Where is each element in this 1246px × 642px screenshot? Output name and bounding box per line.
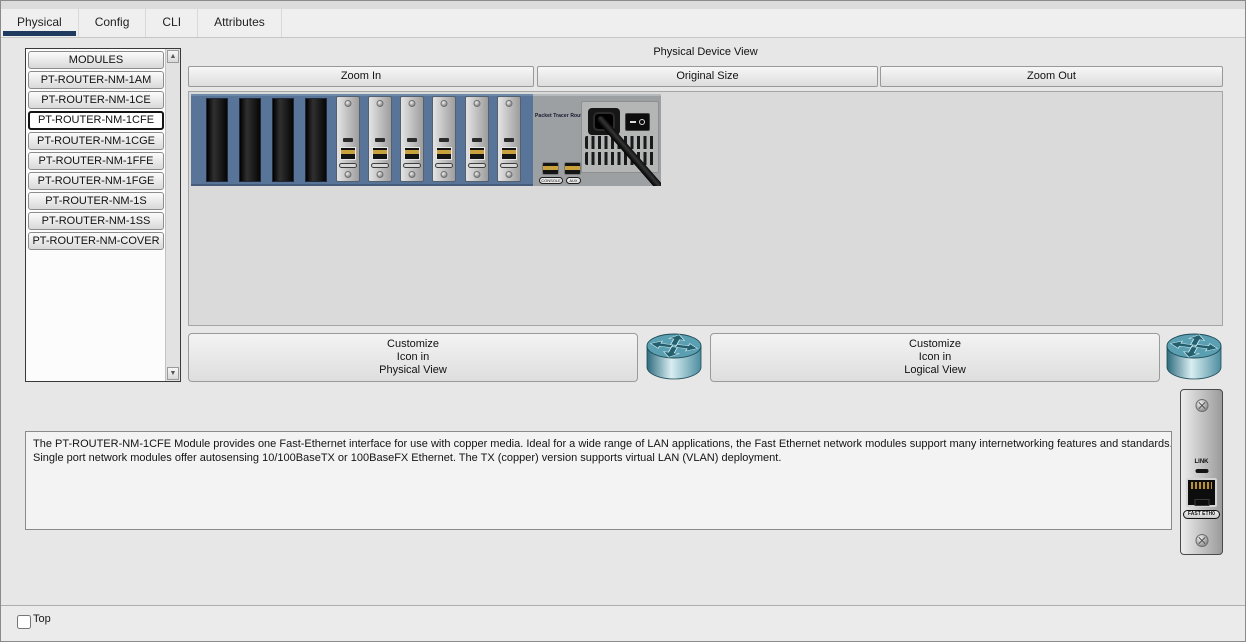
power-switch[interactable] xyxy=(625,113,650,131)
port-label-tag xyxy=(403,163,421,168)
router-chassis-image[interactable]: Packet Tracer Router CONSOLE AUX xyxy=(191,94,661,186)
aux-port xyxy=(564,162,581,175)
footer-bar: Top xyxy=(1,606,1245,641)
physical-device-view-title: Physical Device View xyxy=(188,46,1223,58)
installed-module[interactable] xyxy=(432,96,456,182)
device-view-panel: Packet Tracer Router CONSOLE AUX xyxy=(188,91,1223,326)
fast-eth0-port-label: FAST ETH0 xyxy=(1183,510,1220,519)
customize-physical-line: Customize xyxy=(189,338,637,351)
port-label-tag xyxy=(339,163,357,168)
customize-physical-line: Icon in xyxy=(189,351,637,364)
console-port-label: CONSOLE xyxy=(539,177,563,184)
empty-slot[interactable] xyxy=(272,98,294,182)
installed-module[interactable] xyxy=(400,96,424,182)
module-item-selected[interactable]: PT-ROUTER-NM-1CFE xyxy=(28,111,164,130)
ethernet-port xyxy=(404,147,420,160)
console-port xyxy=(542,162,559,175)
top-view-checkbox[interactable] xyxy=(17,615,31,629)
ethernet-port xyxy=(372,147,388,160)
router-name-label: Packet Tracer Router xyxy=(535,113,587,119)
module-led xyxy=(439,138,449,142)
customize-logical-line: Logical View xyxy=(711,364,1159,377)
tab-attributes[interactable]: Attributes xyxy=(198,9,282,37)
modules-scrollbar[interactable]: ▲ ▼ xyxy=(165,49,180,381)
aux-port-label: AUX xyxy=(566,177,581,184)
vent-grille xyxy=(585,152,656,165)
port-label-tag xyxy=(371,163,389,168)
module-led xyxy=(343,138,353,142)
zoom-in-button[interactable]: Zoom In xyxy=(188,66,534,87)
modules-list: MODULES PT-ROUTER-NM-1AM PT-ROUTER-NM-1C… xyxy=(28,50,164,252)
port-label-tag xyxy=(500,163,518,168)
modules-panel: MODULES PT-ROUTER-NM-1AM PT-ROUTER-NM-1C… xyxy=(25,48,181,382)
tab-physical[interactable]: Physical xyxy=(1,9,79,37)
scroll-up-icon[interactable]: ▲ xyxy=(167,50,179,63)
original-size-button[interactable]: Original Size xyxy=(537,66,878,87)
ethernet-port xyxy=(469,147,485,160)
empty-slot[interactable] xyxy=(239,98,261,182)
module-item[interactable]: PT-ROUTER-NM-1AM xyxy=(28,71,164,89)
customize-physical-line: Physical View xyxy=(189,364,637,377)
link-led xyxy=(1195,469,1208,473)
module-led xyxy=(375,138,385,142)
module-item[interactable]: PT-ROUTER-NM-1CE xyxy=(28,91,164,109)
screw-icon xyxy=(1195,399,1208,412)
tab-config[interactable]: Config xyxy=(79,9,147,37)
customize-physical-icon-button[interactable]: Customize Icon in Physical View xyxy=(188,333,638,382)
module-item[interactable]: PT-ROUTER-NM-1SS xyxy=(28,212,164,230)
screw-icon xyxy=(1195,534,1208,547)
customize-logical-line: Customize xyxy=(711,338,1159,351)
router-icon xyxy=(645,332,703,382)
installed-module[interactable] xyxy=(497,96,521,182)
module-item[interactable]: PT-ROUTER-NM-COVER xyxy=(28,232,164,250)
tab-bar: PhysicalConfigCLIAttributes xyxy=(1,9,1245,38)
empty-slot[interactable] xyxy=(206,98,228,182)
switch-off-mark xyxy=(639,119,645,125)
rj45-port xyxy=(1186,478,1217,507)
link-led-label: LINK xyxy=(1181,459,1222,465)
description-line: Single port network modules offer autose… xyxy=(33,451,1164,465)
installed-module[interactable] xyxy=(465,96,489,182)
top-checkbox-label: Top xyxy=(33,613,51,625)
module-item[interactable]: PT-ROUTER-NM-1CGE xyxy=(28,132,164,150)
module-item[interactable]: PT-ROUTER-NM-1FFE xyxy=(28,152,164,170)
module-preview-image[interactable]: LINK FAST ETH0 xyxy=(1180,389,1223,555)
ethernet-port xyxy=(501,147,517,160)
module-item[interactable]: PT-ROUTER-NM-1FGE xyxy=(28,172,164,190)
switch-on-mark xyxy=(630,121,636,123)
installed-module[interactable] xyxy=(368,96,392,182)
module-led xyxy=(472,138,482,142)
tab-cli[interactable]: CLI xyxy=(146,9,198,37)
customize-logical-line: Icon in xyxy=(711,351,1159,364)
port-label-tag xyxy=(435,163,453,168)
modules-header: MODULES xyxy=(28,51,164,69)
window-top-strip xyxy=(1,1,1245,9)
ethernet-port xyxy=(340,147,356,160)
ethernet-port xyxy=(436,147,452,160)
zoom-out-button[interactable]: Zoom Out xyxy=(880,66,1223,87)
router-icon xyxy=(1165,332,1223,382)
installed-module[interactable] xyxy=(336,96,360,182)
empty-slot[interactable] xyxy=(305,98,327,182)
customize-logical-icon-button[interactable]: Customize Icon in Logical View xyxy=(710,333,1160,382)
description-line: The PT-ROUTER-NM-1CFE Module provides on… xyxy=(33,437,1164,451)
module-description: The PT-ROUTER-NM-1CFE Module provides on… xyxy=(25,431,1172,530)
module-led xyxy=(504,138,514,142)
module-item[interactable]: PT-ROUTER-NM-1S xyxy=(28,192,164,210)
device-edit-window: PhysicalConfigCLIAttributes MODULES PT-R… xyxy=(0,0,1246,642)
scroll-down-icon[interactable]: ▼ xyxy=(167,367,179,380)
port-label-tag xyxy=(468,163,486,168)
module-led xyxy=(407,138,417,142)
